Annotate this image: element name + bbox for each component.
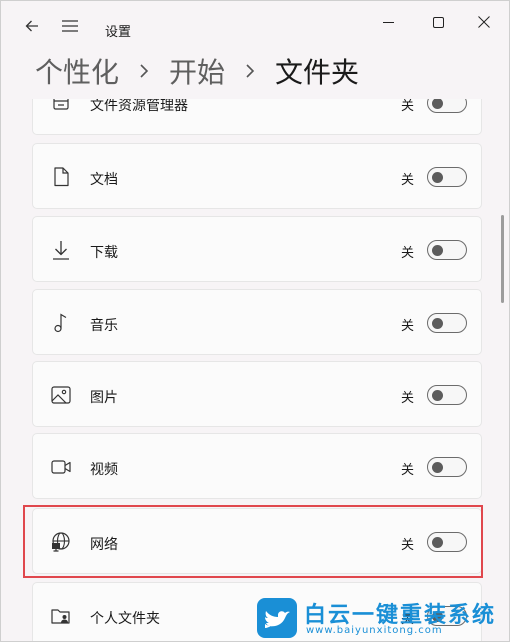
folder-item-file-explorer: 文件资源管理器 关 <box>32 99 482 135</box>
toggle-state-text: 关 <box>401 319 415 334</box>
folder-item-videos: 视频 关 <box>32 433 482 499</box>
back-arrow-icon <box>25 20 38 32</box>
chevron-right-icon <box>245 63 255 79</box>
toggle-state-text: 关 <box>401 173 415 188</box>
minimize-button[interactable] <box>365 7 411 37</box>
folder-item-music: 音乐 关 <box>32 289 482 355</box>
breadcrumb-personalization[interactable]: 个性化 <box>35 51 119 91</box>
toggle-state-text: 关 <box>401 391 415 406</box>
file-explorer-icon <box>51 99 71 113</box>
title-bar: 设置 <box>1 1 509 49</box>
highlight-box <box>23 505 483 578</box>
minimize-icon <box>382 21 394 23</box>
folder-item-documents: 文档 关 <box>32 143 482 209</box>
music-note-icon <box>51 313 71 333</box>
close-icon <box>478 16 490 28</box>
maximize-button[interactable] <box>415 7 461 37</box>
vertical-scrollbar[interactable] <box>501 215 504 303</box>
back-button[interactable] <box>17 11 47 41</box>
toggle-knob <box>432 390 443 401</box>
personal-folder-icon <box>51 606 71 626</box>
folder-item-label: 视频 <box>90 462 118 478</box>
close-button[interactable] <box>461 7 507 37</box>
breadcrumb-folders: 文件夹 <box>275 56 360 89</box>
toggle-state-text: 关 <box>401 99 415 114</box>
music-toggle[interactable] <box>427 313 467 333</box>
toggle-knob <box>432 99 443 109</box>
file-explorer-toggle[interactable] <box>427 99 467 113</box>
maximize-icon <box>432 16 444 28</box>
documents-toggle[interactable] <box>427 167 467 187</box>
breadcrumb-start[interactable]: 开始 <box>169 51 225 91</box>
downloads-toggle[interactable] <box>427 240 467 260</box>
folder-item-pictures: 图片 关 <box>32 361 482 427</box>
document-icon <box>51 167 71 187</box>
download-icon <box>51 240 71 260</box>
watermark: 白云一键重装系统 www.baiyunxitong.com <box>256 597 506 639</box>
breadcrumb: 个性化 开始 文件夹 <box>35 51 359 91</box>
folder-item-label: 音乐 <box>90 318 118 334</box>
toggle-knob <box>432 462 443 473</box>
folder-item-label: 个人文件夹 <box>90 611 160 627</box>
video-icon <box>51 457 71 477</box>
folder-item-label: 文档 <box>90 172 118 188</box>
toggle-knob <box>432 245 443 256</box>
watermark-url: www.baiyunxitong.com <box>306 625 443 636</box>
app-title: 设置 <box>105 25 132 40</box>
folder-item-label: 下载 <box>90 245 118 261</box>
toggle-state-text: 关 <box>401 463 415 478</box>
folder-item-label: 文件资源管理器 <box>90 99 188 114</box>
bird-logo-icon <box>257 598 297 638</box>
picture-icon <box>51 385 71 405</box>
toggle-knob <box>432 172 443 183</box>
pictures-toggle[interactable] <box>427 385 467 405</box>
toggle-knob <box>432 318 443 329</box>
settings-window: 设置 个性化 开始 文件夹 文件资源管理器 关 文档 关 下载 关 音乐 关 图… <box>0 0 510 642</box>
toggle-state-text: 关 <box>401 246 415 261</box>
hamburger-menu-icon <box>62 20 78 32</box>
nav-menu-button[interactable] <box>55 11 85 41</box>
folder-item-downloads: 下载 关 <box>32 216 482 282</box>
folder-item-label: 图片 <box>90 390 118 406</box>
videos-toggle[interactable] <box>427 457 467 477</box>
chevron-right-icon <box>139 63 149 79</box>
